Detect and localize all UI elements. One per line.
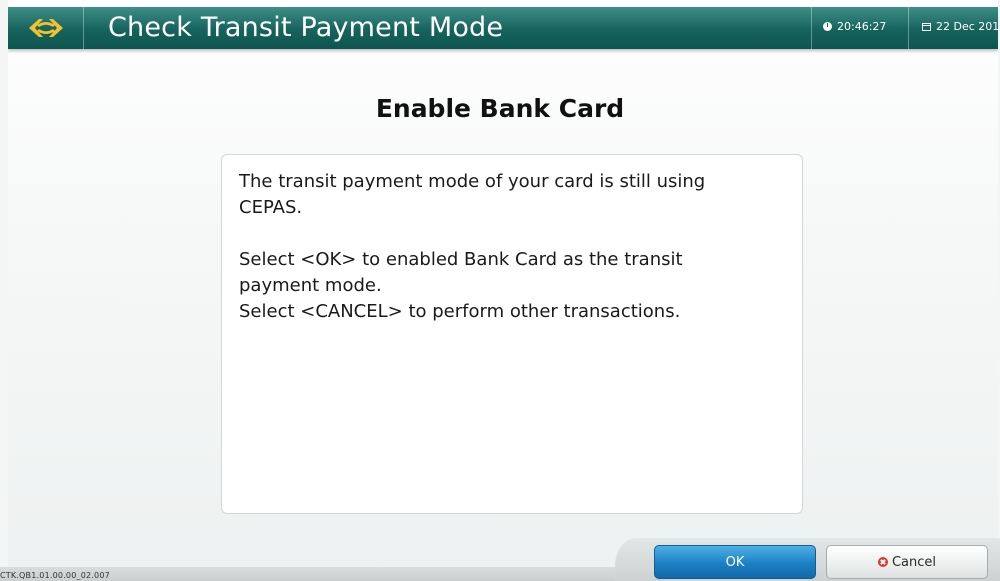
date-value: 22 Dec 2013 — [936, 20, 998, 33]
ok-button-label: OK — [725, 554, 745, 570]
ok-button[interactable]: OK — [654, 545, 816, 579]
message-line: payment mode. — [239, 275, 382, 296]
title-bar: Check Transit Payment Mode 20:46:27 22 D… — [8, 7, 998, 49]
time-value: 20:46:27 — [837, 20, 887, 33]
time-display: 20:46:27 — [823, 20, 886, 33]
header-divider — [83, 7, 84, 49]
message-line: Select <OK> to enabled Bank Card as the … — [239, 249, 683, 270]
page-title: Check Transit Payment Mode — [108, 12, 504, 43]
cancel-button[interactable]: Cancel — [826, 545, 988, 579]
message-line: CEPAS. — [239, 197, 303, 218]
calendar-icon — [922, 22, 931, 31]
dialog-heading: Enable Bank Card — [375, 94, 625, 123]
cancel-icon — [877, 557, 888, 567]
header-divider — [811, 7, 812, 49]
logo — [8, 7, 83, 49]
message-text: The transit payment mode of your card is… — [239, 169, 789, 325]
header-divider — [908, 7, 909, 49]
transit-logo-icon — [28, 19, 63, 37]
version-label: CTK.QB1.01.00.00_02.007 — [0, 571, 110, 580]
cancel-button-label: Cancel — [891, 554, 937, 570]
message-panel: The transit payment mode of your card is… — [221, 154, 803, 514]
date-display: 22 Dec 2013 — [922, 20, 998, 33]
message-line: Select <CANCEL> to perform other transac… — [239, 301, 681, 322]
message-line: The transit payment mode of your card is… — [239, 171, 706, 192]
clock-icon — [823, 22, 832, 31]
